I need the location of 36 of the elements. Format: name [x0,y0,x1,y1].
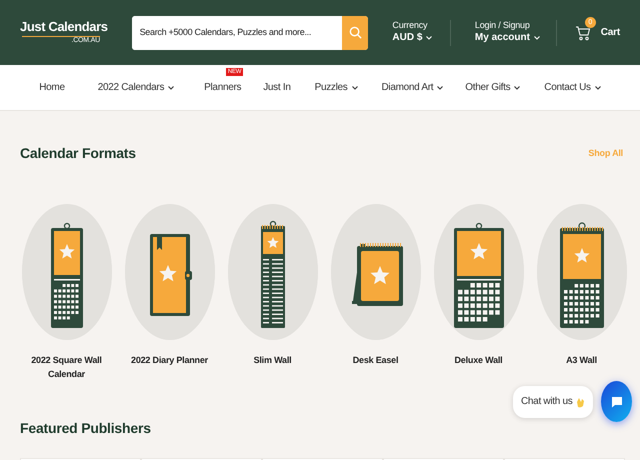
logo-text[interactable]: Just Calendars [20,20,108,34]
nav-link[interactable]: Planners [204,80,242,95]
nav-link[interactable]: Diamond Art [382,80,444,95]
search-icon [348,26,362,39]
format-label[interactable]: 2022 Diary Planner [120,354,220,368]
chat-icon [610,396,623,408]
currency-label: Currency [392,20,428,30]
section-heading: Calendar Formats [20,144,136,163]
format-label[interactable]: A3 Wall [532,354,632,368]
format-label[interactable]: Slim Wall [222,354,322,368]
chevron-down-icon [534,36,540,40]
chat-prompt[interactable]: Chat with us [513,386,594,418]
nav-link[interactable]: Home [39,80,65,95]
chevron-down-icon [437,86,444,90]
nav-link[interactable]: Puzzles [314,80,358,95]
chevron-down-icon [426,36,432,40]
format-label[interactable]: Desk Easel [326,354,426,368]
waving-hand-icon [575,396,586,408]
currency-dropdown[interactable]: AUD $ [392,30,432,46]
format-label[interactable]: 2022 Square Wall Calendar [16,354,116,381]
chevron-down-icon [168,86,174,90]
nav-link[interactable]: Just In [263,80,291,95]
nav-link[interactable]: Contact Us [544,80,601,95]
chevron-down-icon [594,86,601,90]
section-heading: Featured Publishers [19,419,151,438]
nav-link[interactable]: Other Gifts [465,80,520,95]
chevron-down-icon [514,86,520,90]
nav-link[interactable]: 2022 Calendars [98,80,174,95]
login-label: Login / Signup [474,20,531,30]
chat-button[interactable] [601,381,632,422]
search-field[interactable]: Search +5000 Calendars, Puzzles and more... [132,16,368,50]
format-label[interactable]: Deluxe Wall [428,354,528,368]
search-button[interactable] [342,16,368,50]
account-dropdown[interactable]: My account [474,30,540,46]
cart-icon [574,24,591,40]
chevron-down-icon [352,86,358,90]
